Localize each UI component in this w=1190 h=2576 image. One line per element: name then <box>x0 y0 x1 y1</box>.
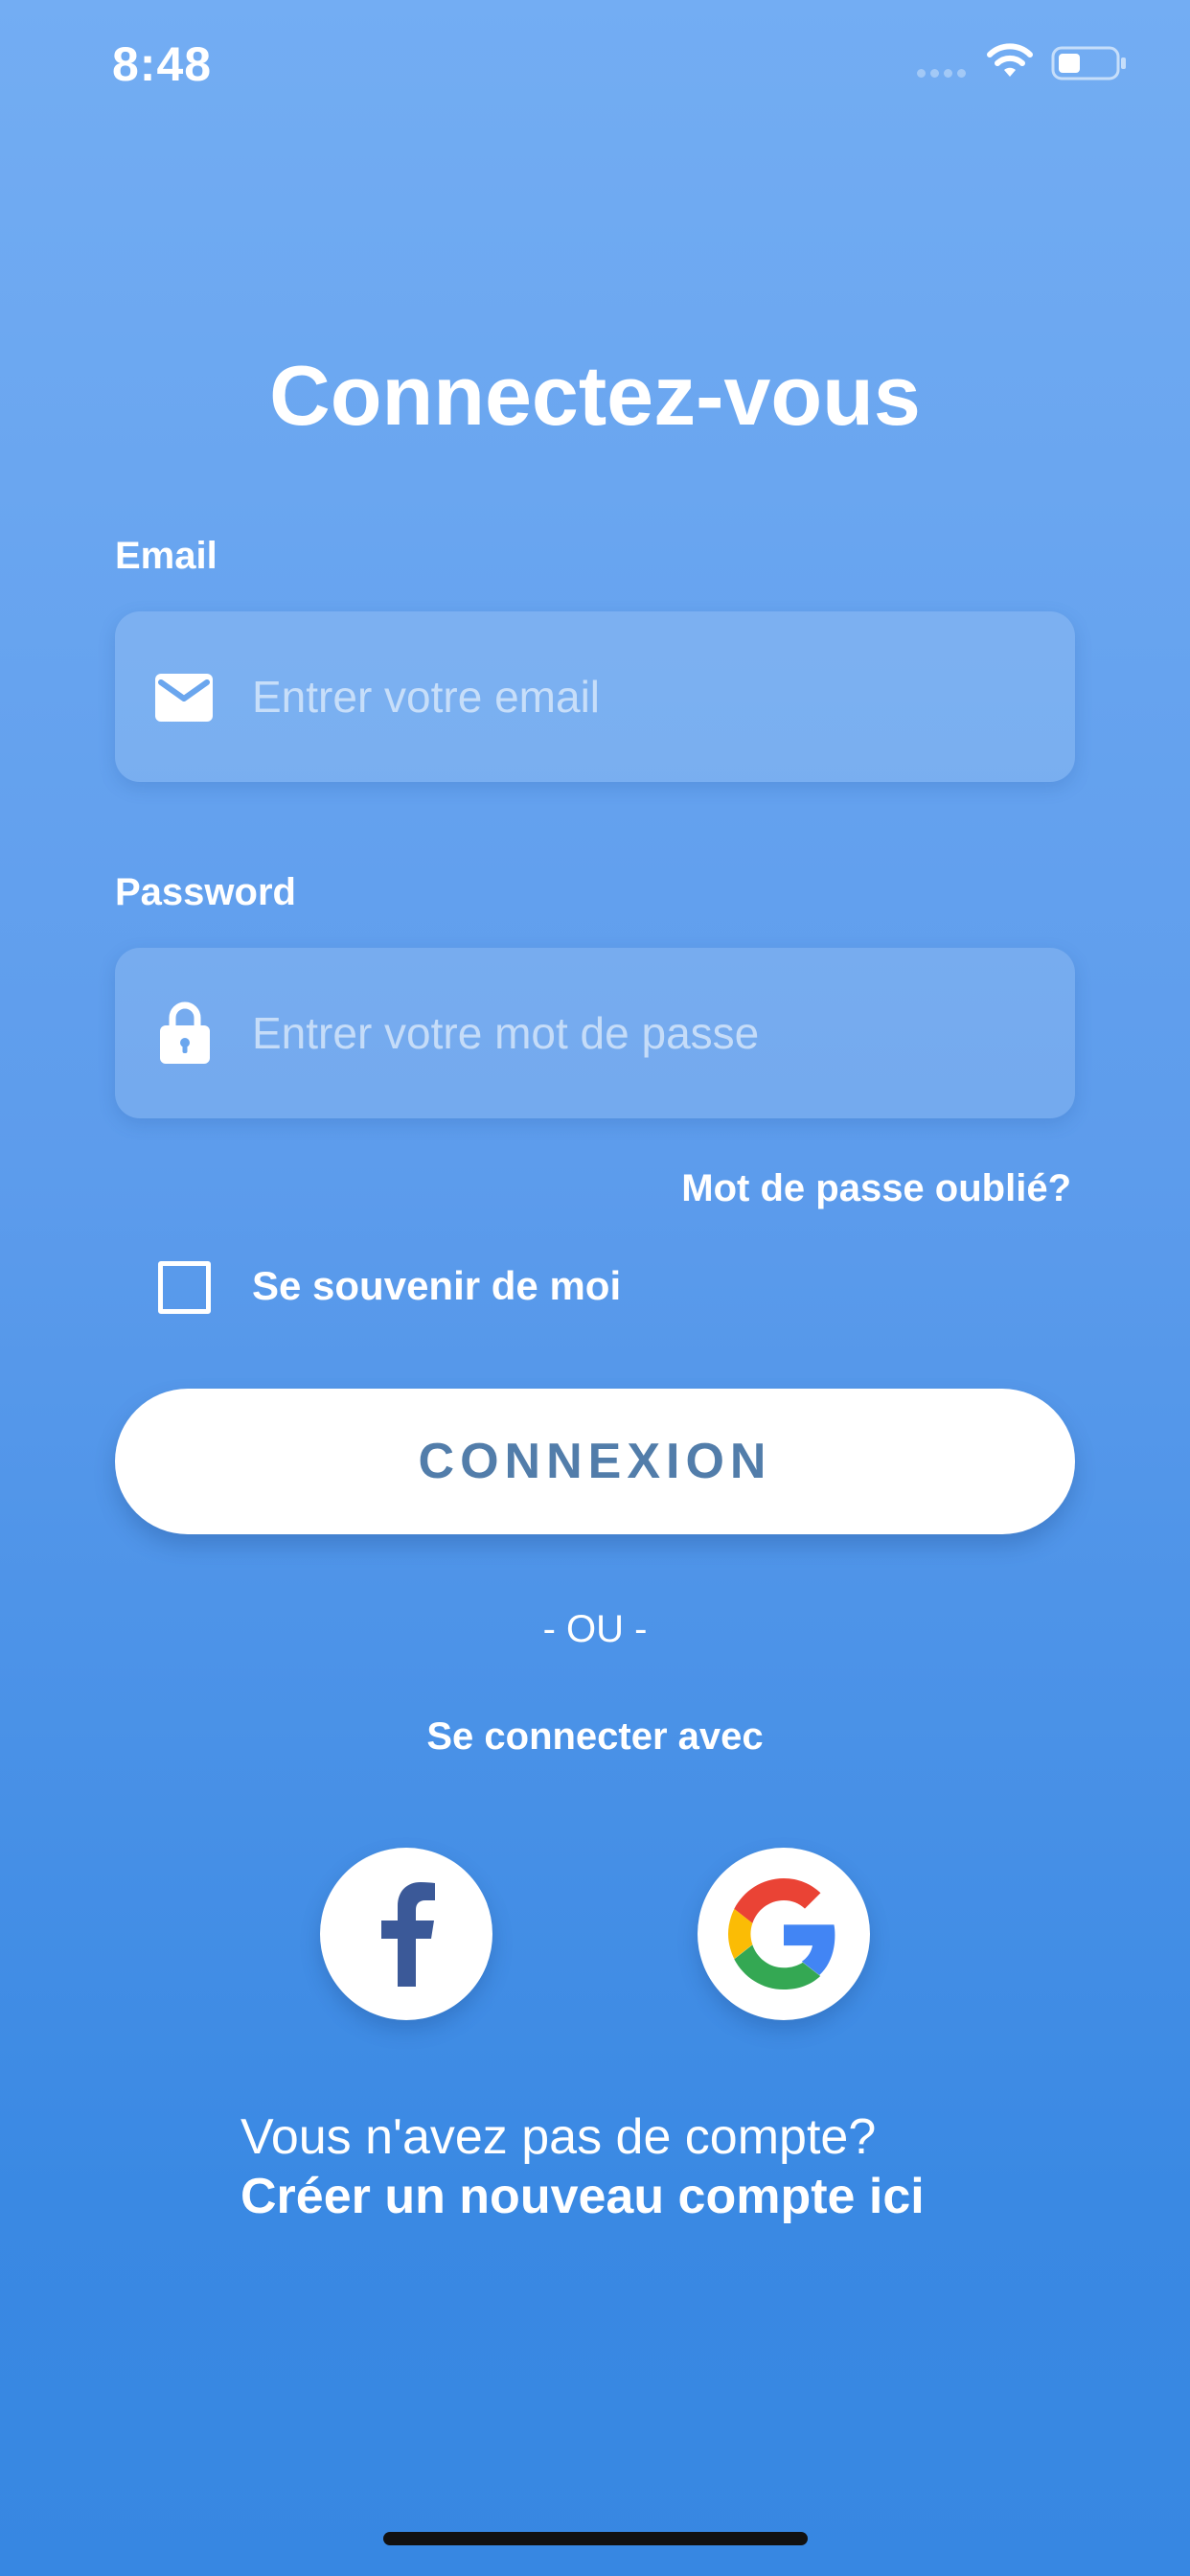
password-field-container[interactable] <box>115 948 1075 1118</box>
envelope-icon <box>155 674 213 722</box>
cellular-signal-icon <box>917 69 971 79</box>
no-account-text: Vous n'avez pas de compte? <box>240 2109 877 2165</box>
password-label: Password <box>115 871 296 913</box>
facebook-icon <box>381 1882 435 1987</box>
password-input[interactable] <box>252 948 1046 1118</box>
google-login-button[interactable] <box>698 1848 870 2020</box>
login-button[interactable]: CONNEXION <box>115 1389 1075 1534</box>
home-indicator[interactable] <box>383 2532 808 2545</box>
remember-me-checkbox[interactable] <box>158 1261 211 1314</box>
email-input[interactable] <box>252 611 1046 782</box>
page-title: Connectez-vous <box>269 348 921 443</box>
wifi-icon <box>987 43 1033 77</box>
remember-me-label[interactable]: Se souvenir de moi <box>252 1263 621 1309</box>
facebook-login-button[interactable] <box>320 1848 492 2020</box>
create-account-link[interactable]: Créer un nouveau compte ici <box>240 2168 925 2225</box>
forgot-password-link[interactable]: Mot de passe oublié? <box>681 1167 1071 1210</box>
battery-icon <box>1051 46 1126 80</box>
google-icon <box>728 1878 835 1990</box>
social-login-heading: Se connecter avec <box>426 1715 764 1758</box>
or-divider: - OU - <box>542 1608 648 1650</box>
email-field-container[interactable] <box>115 611 1075 782</box>
lock-icon <box>160 1001 210 1064</box>
status-time: 8:48 <box>112 37 213 91</box>
email-label: Email <box>115 535 217 577</box>
